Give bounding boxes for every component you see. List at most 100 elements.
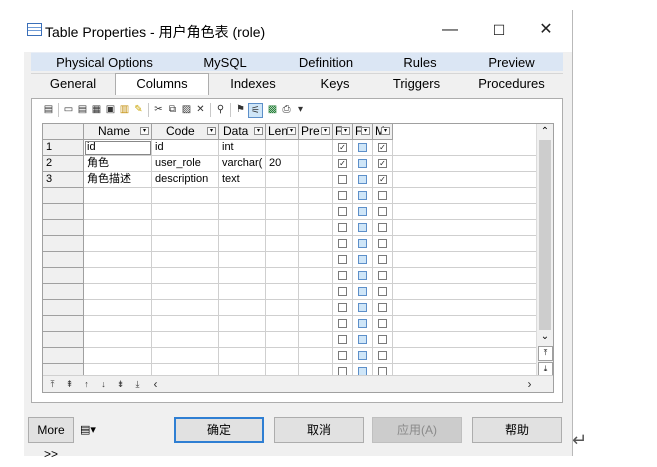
header-data-type[interactable]: Data ▾ (219, 124, 266, 140)
cell-code[interactable] (152, 348, 219, 364)
close-button[interactable]: ✕ (523, 15, 569, 45)
cell-data-type[interactable]: text (219, 172, 266, 188)
print-icon[interactable]: ⎙ (280, 103, 293, 116)
f1-checkbox[interactable] (338, 207, 347, 216)
more-button[interactable]: More >> (28, 417, 74, 461)
cell-code[interactable]: id (152, 140, 219, 156)
header-precision[interactable]: Pre ▾ (299, 124, 333, 140)
header-f2[interactable]: F ▾ (353, 124, 373, 140)
move-down-icon[interactable]: ↓ (97, 378, 110, 390)
cell-precision[interactable] (299, 188, 333, 204)
cell-precision[interactable] (299, 172, 333, 188)
m-checkbox[interactable]: ✓ (378, 175, 387, 184)
f2-checkbox[interactable] (358, 175, 367, 184)
move-up-page-icon[interactable]: ⇞ (63, 378, 76, 390)
column-menu-icon[interactable]: ▾ (140, 127, 149, 135)
delete-icon[interactable]: ✕ (194, 103, 207, 116)
cell-name[interactable] (84, 348, 152, 364)
f1-checkbox[interactable] (338, 239, 347, 248)
row-header[interactable]: 2 (43, 156, 84, 172)
column-menu-icon[interactable]: ▾ (287, 127, 296, 135)
cell-data-type[interactable] (219, 284, 266, 300)
m-checkbox[interactable] (378, 271, 387, 280)
add-row-icon[interactable]: ▭ (62, 103, 75, 116)
m-checkbox[interactable] (378, 239, 387, 248)
f2-checkbox[interactable] (358, 143, 367, 152)
f1-checkbox[interactable] (338, 223, 347, 232)
f2-checkbox[interactable] (358, 303, 367, 312)
find-icon[interactable]: ⚲ (214, 103, 227, 116)
row-header[interactable] (43, 252, 84, 268)
minimize-button[interactable]: — (427, 15, 473, 45)
tab-rules[interactable]: Rules (380, 52, 460, 71)
cell-name[interactable] (84, 268, 152, 284)
cut-icon[interactable]: ✂ (152, 103, 165, 116)
cell-precision[interactable] (299, 284, 333, 300)
tab-indexes[interactable]: Indexes (209, 73, 297, 95)
m-checkbox[interactable] (378, 191, 387, 200)
maximize-button[interactable]: ☐ (476, 15, 522, 45)
header-m[interactable]: M ▾ (373, 124, 393, 140)
cell-precision[interactable] (299, 348, 333, 364)
cell-code[interactable] (152, 316, 219, 332)
copy-icon[interactable]: ⧉ (166, 103, 179, 116)
cell-code[interactable] (152, 268, 219, 284)
row-header[interactable] (43, 268, 84, 284)
apply-button[interactable]: 应用(A) (372, 417, 462, 443)
cell-name[interactable]: id (84, 140, 152, 156)
m-checkbox[interactable] (378, 319, 387, 328)
cell-length[interactable] (266, 140, 299, 156)
m-checkbox[interactable] (378, 303, 387, 312)
f2-checkbox[interactable] (358, 223, 367, 232)
cell-data-type[interactable]: varchar( (219, 156, 266, 172)
cell-data-type[interactable] (219, 316, 266, 332)
cell-precision[interactable] (299, 316, 333, 332)
tab-columns[interactable]: Columns (115, 73, 209, 95)
cell-length[interactable] (266, 172, 299, 188)
f1-checkbox[interactable] (338, 303, 347, 312)
cell-data-type[interactable] (219, 268, 266, 284)
cell-data-type[interactable] (219, 332, 266, 348)
cell-data-type[interactable] (219, 204, 266, 220)
cell-name[interactable] (84, 188, 152, 204)
f2-checkbox[interactable] (358, 191, 367, 200)
column-menu-icon[interactable]: ▾ (207, 127, 216, 135)
m-checkbox[interactable]: ✓ (378, 159, 387, 168)
tab-keys[interactable]: Keys (297, 73, 373, 95)
tab-procedures[interactable]: Procedures (460, 73, 563, 95)
cell-name[interactable] (84, 236, 152, 252)
f1-checkbox[interactable] (338, 351, 347, 360)
scroll-right-icon[interactable]: › (523, 378, 536, 390)
m-checkbox[interactable] (378, 351, 387, 360)
cell-precision[interactable] (299, 268, 333, 284)
cell-code[interactable] (152, 220, 219, 236)
f1-checkbox[interactable] (338, 335, 347, 344)
cell-name[interactable] (84, 332, 152, 348)
cell-name[interactable] (84, 316, 152, 332)
f2-checkbox[interactable] (358, 239, 367, 248)
tab-general[interactable]: General (31, 73, 115, 95)
cell-code[interactable] (152, 204, 219, 220)
cell-code[interactable]: description (152, 172, 219, 188)
cell-name[interactable]: 角色描述 (84, 172, 152, 188)
cell-length[interactable] (266, 332, 299, 348)
scroll-down-icon[interactable]: ⌄ (537, 330, 553, 344)
row-header[interactable] (43, 284, 84, 300)
m-checkbox[interactable] (378, 335, 387, 344)
cell-code[interactable] (152, 300, 219, 316)
tab-preview[interactable]: Preview (460, 52, 563, 71)
tab-mysql[interactable]: MySQL (178, 52, 272, 71)
menu-dropdown-icon[interactable]: ▤▾ (80, 423, 96, 436)
move-down-page-icon[interactable]: ⇟ (114, 378, 127, 390)
scroll-thumb[interactable] (539, 140, 551, 330)
cell-precision[interactable] (299, 252, 333, 268)
cell-name[interactable] (84, 204, 152, 220)
dropdown-icon[interactable]: ▾ (294, 103, 307, 116)
filter-toggle-icon[interactable]: ⚟ (248, 103, 263, 118)
cell-length[interactable] (266, 204, 299, 220)
cell-precision[interactable] (299, 300, 333, 316)
row-header[interactable] (43, 204, 84, 220)
filter-icon[interactable]: ✎ (132, 103, 145, 116)
move-up-icon[interactable]: ↑ (80, 378, 93, 390)
row-header[interactable] (43, 236, 84, 252)
